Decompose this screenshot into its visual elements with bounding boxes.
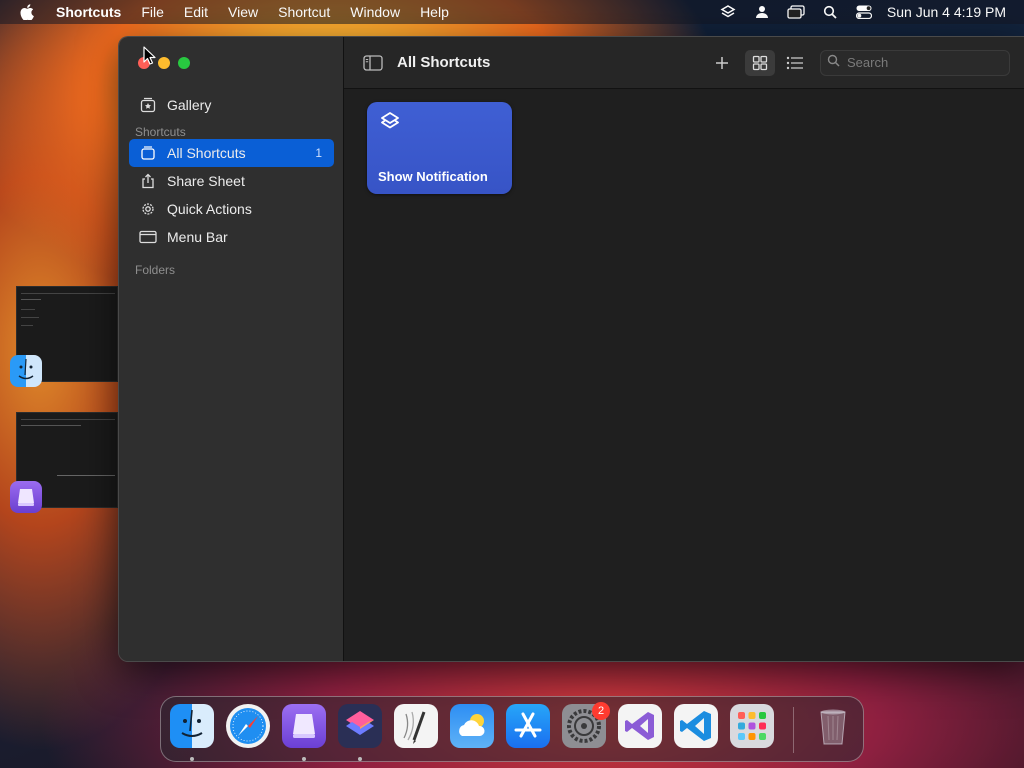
- sidebar-item-label: Quick Actions: [167, 201, 252, 217]
- sidebar-item-label: Gallery: [167, 97, 212, 113]
- search-icon: [827, 54, 840, 72]
- sidebar: Gallery Shortcuts All Shortcuts 1 Share …: [119, 37, 344, 661]
- dock-shortcuts-icon[interactable]: [338, 704, 382, 748]
- dock-running-indicator: [302, 757, 306, 761]
- shortcut-tile-label: Show Notification: [378, 169, 488, 184]
- menu-app-name[interactable]: Shortcuts: [52, 0, 131, 24]
- menu-bar: Shortcuts File Edit View Shortcut Window…: [0, 0, 1024, 24]
- menu-window[interactable]: Window: [340, 0, 410, 24]
- plus-icon: [716, 56, 728, 69]
- list-icon: [786, 56, 803, 69]
- menu-file[interactable]: File: [131, 0, 174, 24]
- sidebar-item-gallery[interactable]: Gallery: [129, 91, 334, 119]
- menubar-icon: [139, 228, 157, 246]
- screen-mirroring-icon[interactable]: [779, 0, 813, 24]
- spotlight-icon[interactable]: [813, 0, 847, 24]
- dock-finder-icon[interactable]: [170, 704, 214, 748]
- section-header-folders: Folders: [135, 263, 176, 277]
- gear-icon: [139, 200, 157, 218]
- zoom-window-button[interactable]: [178, 57, 190, 69]
- user-icon[interactable]: [745, 0, 779, 24]
- search-input[interactable]: [847, 55, 997, 70]
- menu-view[interactable]: View: [218, 0, 268, 24]
- dock-simulator-icon[interactable]: [282, 704, 326, 748]
- dock-weather-icon[interactable]: [450, 704, 494, 748]
- sidebar-list: Gallery Shortcuts All Shortcuts 1 Share …: [129, 91, 334, 277]
- dock-running-indicator: [358, 757, 362, 761]
- menu-edit[interactable]: Edit: [174, 0, 218, 24]
- apple-menu-icon[interactable]: [16, 1, 38, 23]
- sidebar-item-menu-bar[interactable]: Menu Bar: [129, 223, 334, 251]
- sidebar-item-label: Share Sheet: [167, 173, 245, 189]
- sidebar-item-all-shortcuts[interactable]: All Shortcuts 1: [129, 139, 334, 167]
- dock: 2: [160, 696, 864, 762]
- add-shortcut-button[interactable]: [707, 50, 737, 76]
- dock-trash-icon[interactable]: [811, 704, 855, 748]
- mouse-cursor-icon: [143, 46, 157, 71]
- finder-icon[interactable]: [10, 355, 42, 387]
- dock-visual-studio-icon[interactable]: [618, 704, 662, 748]
- dock-vscode-icon[interactable]: [674, 704, 718, 748]
- settings-notification-badge: 2: [592, 702, 610, 720]
- stack-icon: [139, 144, 157, 162]
- main-content: All Shortcuts Show Notification: [344, 37, 1024, 661]
- toolbar: All Shortcuts: [344, 37, 1024, 89]
- dock-separator: [793, 707, 794, 753]
- shortcut-tile[interactable]: Show Notification: [367, 102, 512, 194]
- menubar-clock[interactable]: Sun Jun 4 4:19 PM: [887, 4, 1006, 20]
- dock-launchpad-icon[interactable]: [730, 704, 774, 748]
- section-header-shortcuts: Shortcuts: [135, 125, 186, 139]
- minimize-window-button[interactable]: [158, 57, 170, 69]
- menu-help[interactable]: Help: [410, 0, 459, 24]
- sidebar-item-quick-actions[interactable]: Quick Actions: [129, 195, 334, 223]
- sidebar-item-count: 1: [315, 146, 322, 160]
- sidebar-item-share-sheet[interactable]: Share Sheet: [129, 167, 334, 195]
- layers-icon: [378, 110, 402, 134]
- dock-running-indicator: [190, 757, 194, 761]
- shortcuts-window: Gallery Shortcuts All Shortcuts 1 Share …: [118, 36, 1024, 662]
- dock-app-store-icon[interactable]: [506, 704, 550, 748]
- search-field[interactable]: [820, 49, 1010, 76]
- grid-view-button[interactable]: [745, 49, 775, 76]
- grid-icon: [752, 55, 768, 70]
- dock-script-editor-icon[interactable]: [394, 704, 438, 748]
- control-center-icon[interactable]: [847, 0, 881, 24]
- share-icon: [139, 172, 157, 190]
- menu-shortcut[interactable]: Shortcut: [268, 0, 340, 24]
- page-title: All Shortcuts: [397, 54, 491, 71]
- gallery-icon: [139, 96, 157, 114]
- shortcuts-status-icon[interactable]: [711, 0, 745, 24]
- sidebar-item-label: All Shortcuts: [167, 145, 246, 161]
- sidebar-item-label: Menu Bar: [167, 229, 228, 245]
- sidebar-toggle-icon[interactable]: [361, 51, 385, 75]
- list-view-button[interactable]: [780, 50, 810, 76]
- dock-safari-icon[interactable]: [226, 704, 270, 748]
- simulator-icon[interactable]: [10, 481, 42, 513]
